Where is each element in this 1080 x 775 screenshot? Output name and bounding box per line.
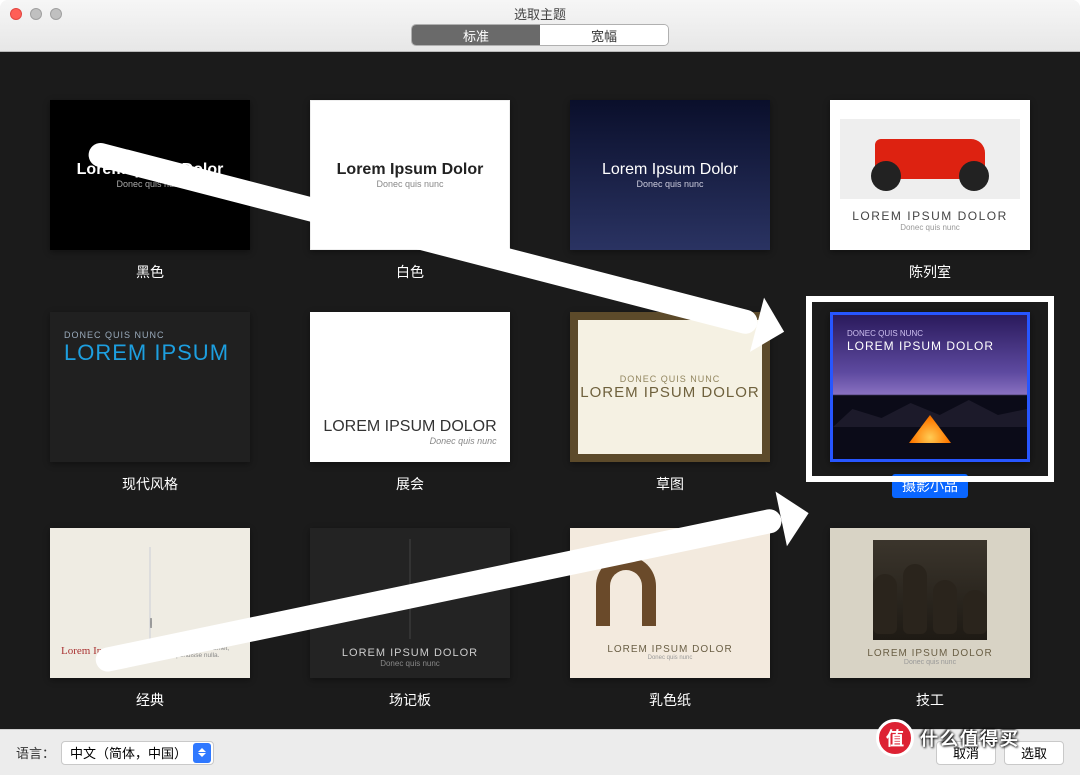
theme-showroom[interactable]: LOREM IPSUM DOLOR Donec quis nunc 陈列室 <box>822 100 1038 282</box>
placeholder-sub: Donec quis nunc <box>376 179 443 189</box>
placeholder-title: Lorem Ipsum Dolor <box>77 161 224 179</box>
theme-label: 展会 <box>396 474 424 494</box>
aspect-ratio-segmented-control: 标准 宽幅 <box>411 24 669 46</box>
placeholder-title: LOREM IPSUM DOLOR <box>857 640 1002 659</box>
theme-label: 经典 <box>136 690 164 710</box>
watermark-icon: 值 <box>876 719 914 757</box>
titlebar: 选取主题 标准 宽幅 <box>0 0 1080 52</box>
placeholder-title: Lorem Ipsum Dolor <box>337 161 484 179</box>
theme-board[interactable]: LOREM IPSUM DOLOR Donec quis nunc 场记板 <box>302 528 518 710</box>
placeholder-sub: Donec quis nunc <box>648 655 693 661</box>
theme-label: 乳色纸 <box>649 690 691 710</box>
theme-thumbnail: Lorem Ipsum Dolor Donec quis nunc <box>310 100 510 250</box>
placeholder-title: LOREM IPSUM DOLOR <box>852 209 1008 223</box>
watermark-badge: 值 什么值得买 <box>876 719 1020 757</box>
theme-modern[interactable]: DONEC QUIS NUNC LOREM IPSUM 现代风格 <box>42 312 258 498</box>
theme-label: 陈列室 <box>909 262 951 282</box>
theme-chooser-window: 选取主题 标准 宽幅 Lorem Ipsum Dolor Donec quis … <box>0 0 1080 775</box>
placeholder-pre: DONEC QUIS NUNC <box>620 374 721 384</box>
language-label: 语言： <box>16 743 55 762</box>
theme-black[interactable]: Lorem Ipsum Dolor Donec quis nunc 黑色 <box>42 100 258 282</box>
theme-thumbnail: LOREM IPSUM DOLOR Donec quis nunc <box>570 528 770 678</box>
theme-grid: Lorem Ipsum Dolor Donec quis nunc 黑色 Lor… <box>0 52 1080 729</box>
theme-thumbnail: LOREM IPSUM DOLOR Donec quis nunc <box>310 528 510 678</box>
theme-label: 草图 <box>656 474 684 494</box>
theme-exhibit[interactable]: LOREM IPSUM DOLOR Donec quis nunc 展会 <box>302 312 518 498</box>
theme-craft[interactable]: LOREM IPSUM DOLOR Donec quis nunc 技工 <box>822 528 1038 710</box>
theme-thumbnail: DONEC QUIS NUNC LOREM IPSUM DOLOR <box>570 312 770 462</box>
placeholder-sub: Donec quis nunc <box>323 436 496 446</box>
placeholder-title: Lorem Ipsum Dolor <box>602 161 738 179</box>
theme-cream[interactable]: LOREM IPSUM DOLOR Donec quis nunc 乳色纸 <box>562 528 778 710</box>
placeholder-title: LOREM IPSUM DOLOR <box>580 384 760 401</box>
placeholder-title: LOREM IPSUM DOLOR <box>607 644 732 655</box>
parrot-icon <box>409 539 411 639</box>
theme-label: 现代风格 <box>122 474 178 494</box>
motorcycle-icon <box>840 119 1020 199</box>
aspect-wide-tab[interactable]: 宽幅 <box>540 25 668 45</box>
select-arrows-icon <box>193 743 211 763</box>
placeholder-sub: Donec quis nunc <box>900 223 960 232</box>
theme-sketch[interactable]: DONEC QUIS NUNC LOREM IPSUM DOLOR 草图 <box>562 312 778 498</box>
theme-thumbnail: Lorem Ipsum Dolor Donec quis nunc <box>570 100 770 250</box>
theme-thumbnail: LOREM IPSUM DOLOR Donec quis nunc <box>830 100 1030 250</box>
theme-white[interactable]: Lorem Ipsum Dolor Donec quis nunc 白色 <box>302 100 518 282</box>
theme-classic[interactable]: Lorem Ipsum Dolor Lorem ipsum dolor sit … <box>42 528 258 710</box>
placeholder-sub: Donec quis nunc <box>116 179 183 189</box>
theme-thumbnail: DONEC QUIS NUNC LOREM IPSUM <box>50 312 250 462</box>
theme-label: 白色 <box>396 262 424 282</box>
language-value: 中文（简体，中国） <box>70 743 187 762</box>
placeholder-title: LOREM IPSUM <box>64 340 229 366</box>
placeholder-sub: Donec quis nunc <box>894 659 966 666</box>
theme-thumbnail: LOREM IPSUM DOLOR Donec quis nunc <box>830 528 1030 678</box>
placeholder-title: LOREM IPSUM DOLOR <box>323 418 496 436</box>
window-title: 选取主题 <box>0 4 1080 23</box>
theme-label: 场记板 <box>389 690 431 710</box>
theme-gallery: Lorem Ipsum Dolor Donec quis nunc 黑色 Lor… <box>0 52 1080 729</box>
theme-label: 技工 <box>916 690 944 710</box>
placeholder-pre: DONEC QUIS NUNC <box>64 330 165 340</box>
placeholder-title: LOREM IPSUM DOLOR <box>342 647 478 659</box>
theme-label: 黑色 <box>136 262 164 282</box>
language-select[interactable]: 中文（简体，中国） <box>61 741 214 765</box>
watermark-text: 什么值得买 <box>920 725 1020 751</box>
theme-label: 摄影小品 <box>892 474 968 498</box>
bridge-icon <box>149 547 151 639</box>
theme-thumbnail: Lorem Ipsum Dolor Lorem ipsum dolor sit … <box>50 528 250 678</box>
placeholder-title: LOREM IPSUM DOLOR <box>847 339 994 353</box>
theme-thumbnail: LOREM IPSUM DOLOR Donec quis nunc <box>310 312 510 462</box>
theme-thumbnail: Lorem Ipsum Dolor Donec quis nunc <box>50 100 250 250</box>
placeholder-sub: Donec quis nunc <box>636 179 703 189</box>
aspect-standard-tab[interactable]: 标准 <box>412 25 540 45</box>
theme-thumbnail: DONEC QUIS NUNC LOREM IPSUM DOLOR <box>830 312 1030 462</box>
placeholder-title: Lorem Ipsum Dolor <box>61 645 149 659</box>
theme-gradient[interactable]: Lorem Ipsum Dolor Donec quis nunc <box>562 100 778 282</box>
placeholder-pre: DONEC QUIS NUNC <box>847 329 923 338</box>
theme-photo[interactable]: DONEC QUIS NUNC LOREM IPSUM DOLOR 摄影小品 <box>822 312 1038 498</box>
vases-icon <box>873 540 987 640</box>
placeholder-sub: Donec quis nunc <box>380 659 440 668</box>
placeholder-desc: Lorem ipsum dolor sit amet, ligula suspe… <box>149 645 239 659</box>
